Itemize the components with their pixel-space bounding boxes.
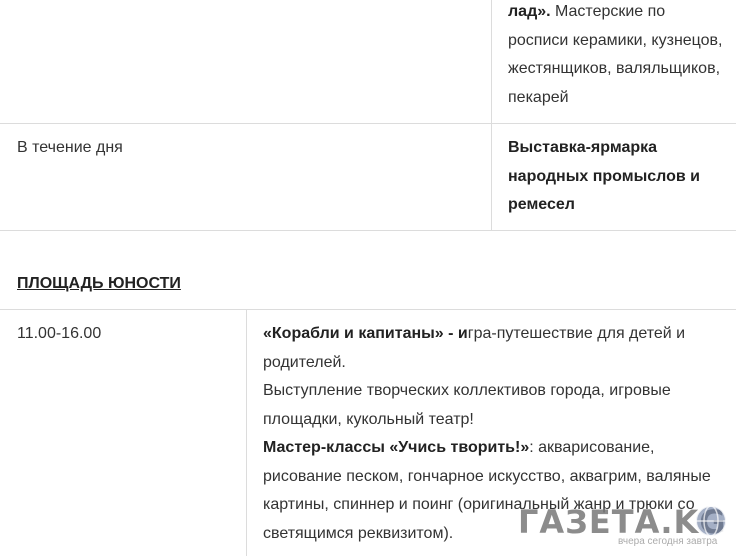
time-label: 11.00-16.00	[17, 325, 102, 342]
workshop-title-fragment: лад».	[508, 3, 551, 20]
section-heading: ПЛОЩАДЬ ЮНОСТИ	[17, 275, 181, 292]
table2-top-border	[0, 309, 736, 310]
table1-row2-time-cell: В течение дня	[17, 134, 477, 163]
table1-row1-event-cell: лад». Мастерские по росписи керамики, ку…	[508, 0, 723, 112]
table1-row-divider	[0, 123, 736, 124]
table2-column-divider	[246, 309, 247, 556]
ships-title: «Корабли и капитаны» - и	[263, 325, 468, 342]
table1-column-divider	[491, 0, 492, 231]
time-label: В течение дня	[17, 139, 123, 156]
event-paragraph-ships: «Корабли и капитаны» - игра-путешествие …	[263, 320, 725, 377]
table2-row1-time-cell: 11.00-16.00	[17, 320, 237, 349]
performances-description: Выступление творческих коллективов город…	[263, 382, 671, 428]
exhibition-title: Выставка-ярмарка народных промыслов и ре…	[508, 139, 700, 213]
site-watermark: ГАЗЕТА.KG вчера сегодня завтра	[518, 502, 732, 552]
event-paragraph-performances: Выступление творческих коллективов город…	[263, 377, 725, 434]
table1-bottom-border	[0, 230, 736, 231]
table1-row2-event-cell: Выставка-ярмарка народных промыслов и ре…	[508, 134, 723, 220]
globe-icon	[695, 505, 727, 537]
masterclasses-title: Мастер-классы «Учись творить!»	[263, 439, 530, 456]
